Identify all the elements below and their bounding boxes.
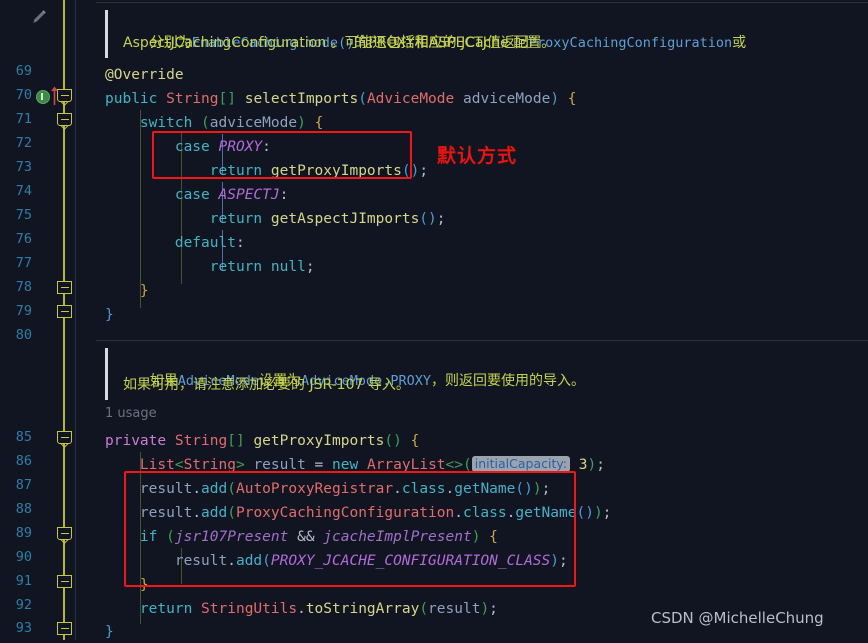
code-line-76[interactable]: default: xyxy=(105,232,245,254)
code-line-74[interactable]: case ASPECTJ: xyxy=(105,184,289,206)
code-line-85[interactable]: private String[] getProxyImports() { xyxy=(105,430,419,452)
code-line-92[interactable]: return StringUtils.toStringArray(result)… xyxy=(105,598,498,620)
doc-text: ，则返回要使用的导入。 xyxy=(431,373,586,389)
usage-count-hint[interactable]: 1 usage xyxy=(105,406,157,421)
doc-accent-bar xyxy=(105,348,108,400)
code-line-77[interactable]: return null; xyxy=(105,256,315,278)
code-line-75[interactable]: return getAspectJImports(); xyxy=(105,208,446,230)
javadoc-block-bottom: 如果AdviceMode设置为AdviceMode.PROXY，则返回要使用的导… xyxy=(105,348,865,400)
annotation-box-proxy-case xyxy=(152,131,412,179)
doc-text: 如果可用，请注意添加必要的 JSR-107 导入。 xyxy=(123,377,410,393)
code-line-69[interactable]: @Override xyxy=(105,64,184,86)
annotation-box-proxy-imports xyxy=(124,471,576,587)
code-line-79[interactable]: } xyxy=(105,304,114,326)
annotation-label-default-mode: 默认方式 xyxy=(437,145,518,167)
code-line-70[interactable]: public String[] selectImports(AdviceMode… xyxy=(105,88,577,110)
inlay-hint-initial-capacity: initialCapacity: xyxy=(471,456,571,472)
watermark-text: CSDN @MichelleChung xyxy=(651,609,824,627)
code-line-78[interactable]: } xyxy=(105,280,149,302)
code-editor-screenshot: 69 70 71 72 73 74 75 76 77 78 79 80 85 8… xyxy=(0,0,868,640)
doc-divider-bottom xyxy=(96,340,868,341)
